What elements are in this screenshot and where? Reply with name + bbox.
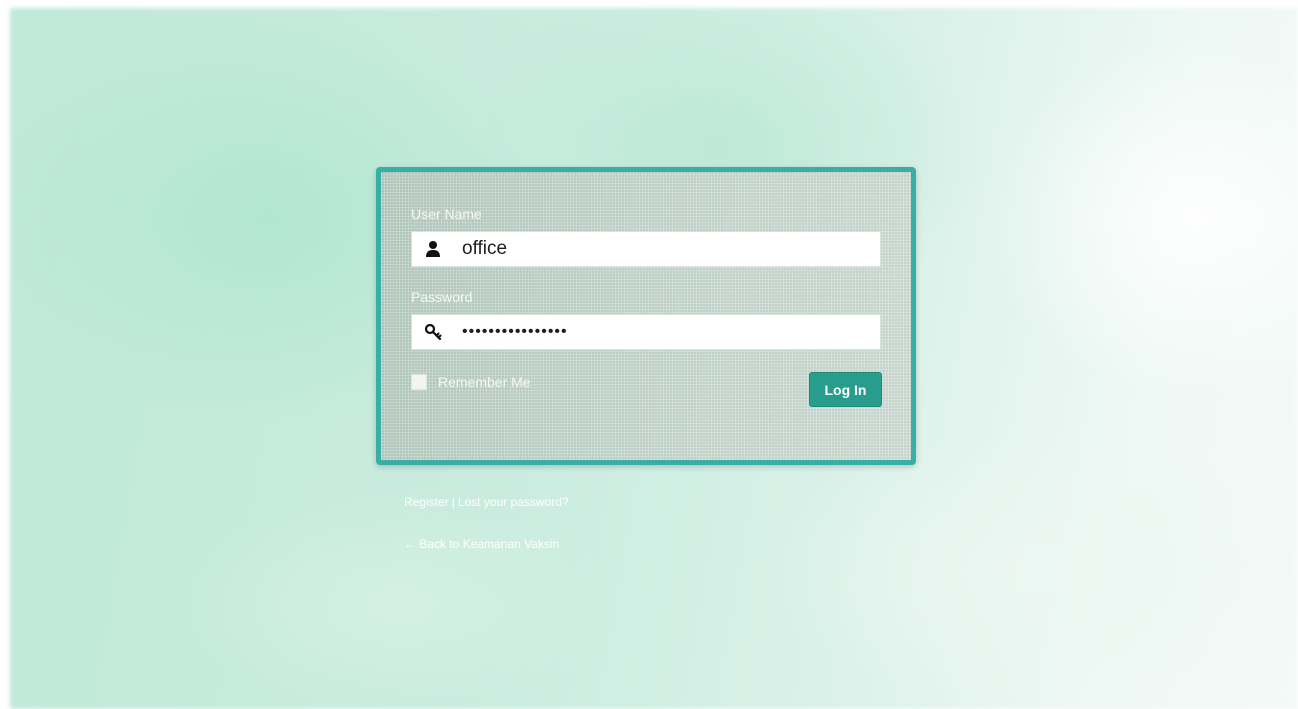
key-icon xyxy=(424,323,442,341)
password-label: Password xyxy=(411,289,473,305)
username-field[interactable] xyxy=(411,231,881,267)
login-page: User Name Password Remember Me Log In R xyxy=(0,0,1298,709)
auth-links: Register | Lost your password? xyxy=(404,495,569,509)
username-input[interactable] xyxy=(462,232,872,266)
remember-me-checkbox[interactable] xyxy=(411,374,427,390)
login-form: User Name Password Remember Me Log In xyxy=(376,167,916,465)
links-separator: | xyxy=(451,495,455,509)
username-label: User Name xyxy=(411,206,482,222)
register-link[interactable]: Register xyxy=(404,495,449,509)
remember-me-label: Remember Me xyxy=(438,374,531,390)
login-button[interactable]: Log In xyxy=(809,372,882,407)
password-input[interactable] xyxy=(462,315,872,349)
lost-password-link[interactable]: Lost your password? xyxy=(458,495,569,509)
user-icon xyxy=(426,241,440,257)
back-to-site-link[interactable]: ← Back to Keamanan Vaksin xyxy=(404,537,559,551)
password-field[interactable] xyxy=(411,314,881,350)
back-to-site: ← Back to Keamanan Vaksin xyxy=(404,537,559,551)
remember-me[interactable]: Remember Me xyxy=(411,372,531,392)
